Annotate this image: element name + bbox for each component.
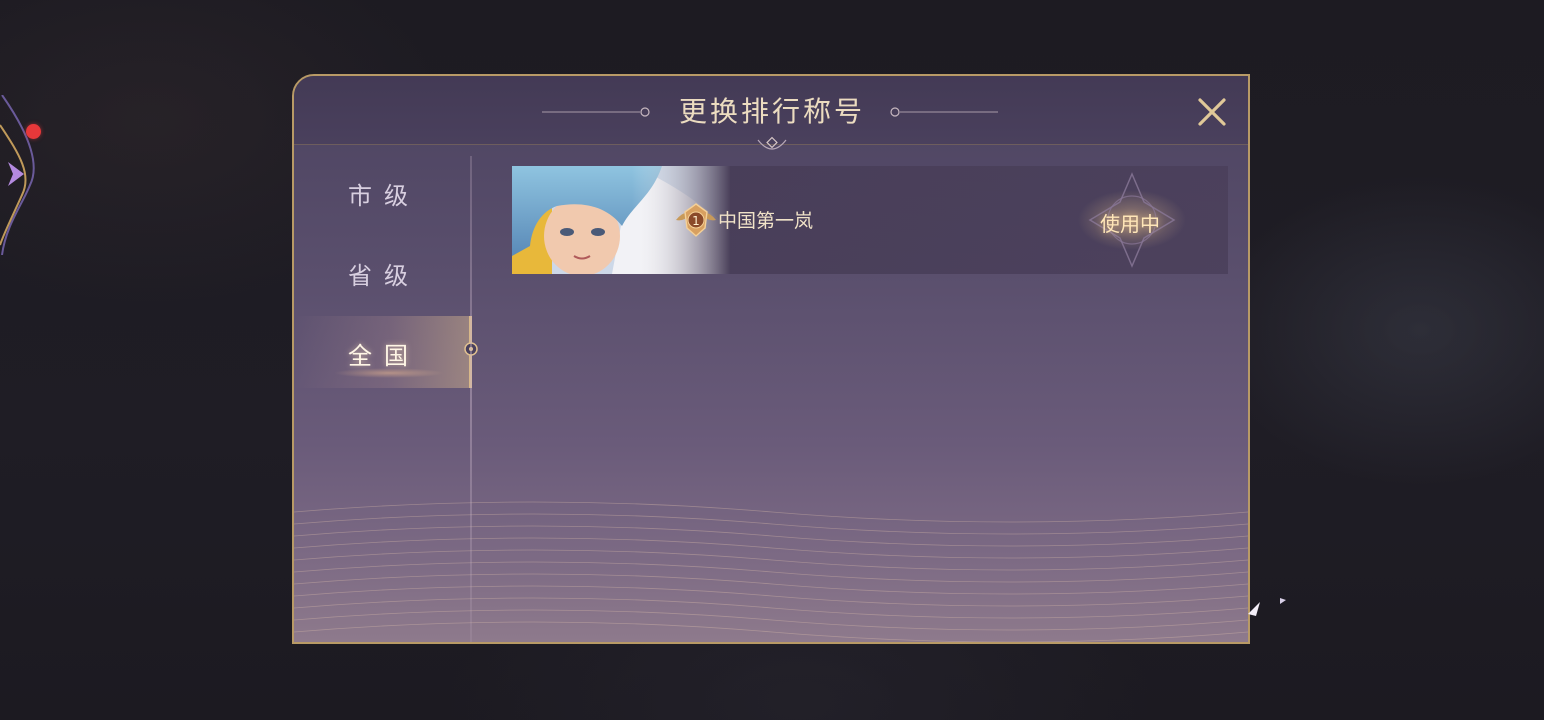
medal-rank-number: 1	[692, 214, 700, 228]
close-button[interactable]	[1192, 92, 1232, 132]
rank-medal-icon: 1	[676, 203, 716, 237]
in-use-status: 使用中	[1100, 212, 1160, 236]
sidebar-item-label: 市级	[348, 182, 420, 210]
notification-dot	[26, 124, 41, 139]
sidebar-item-national[interactable]: 全国	[294, 316, 478, 388]
sidebar-divider	[470, 156, 472, 642]
rank-title-card[interactable]: 1 中国第一岚 使用中	[512, 166, 1228, 274]
sidebar-item-label: 全国	[348, 342, 420, 370]
rank-level-sidebar: 市级 省级 全国	[294, 146, 478, 642]
header-ornament	[757, 136, 787, 150]
sidebar-item-label: 省级	[348, 262, 420, 290]
close-icon[interactable]	[1192, 92, 1232, 132]
sparkle-icon	[1248, 598, 1286, 616]
expand-arrow-icon[interactable]	[4, 160, 26, 188]
dialog-title: 更换排行称号	[678, 95, 865, 128]
sidebar-item-city[interactable]: 市级	[294, 156, 472, 228]
rank-title-name: 中国第一岚	[718, 210, 814, 232]
dialog-header: 更换排行称号	[294, 76, 1248, 145]
change-rank-title-dialog: 更换排行称号 市级 省级 全国 1 中国第一岚 使用中	[292, 74, 1250, 644]
sidebar-item-province[interactable]: 省级	[294, 236, 472, 308]
title-ornament-right	[890, 107, 998, 117]
